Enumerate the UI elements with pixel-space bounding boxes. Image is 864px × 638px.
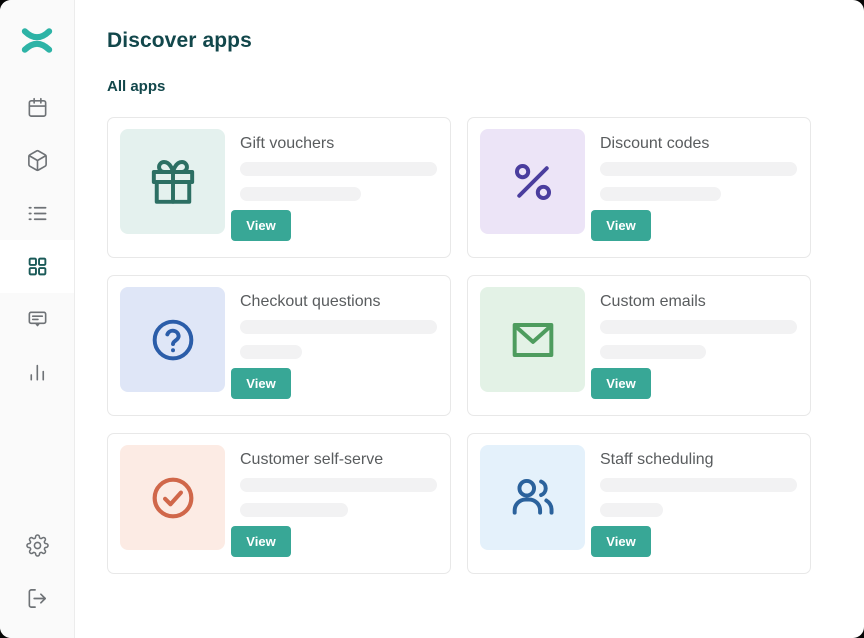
sidebar — [0, 0, 75, 638]
app-card-title: Staff scheduling — [600, 451, 798, 468]
list-icon — [26, 202, 49, 225]
check-circle-icon — [148, 473, 198, 523]
app-card-body: Discount codes View — [600, 129, 798, 246]
sidebar-nav — [0, 81, 74, 399]
bar-chart-icon — [26, 361, 49, 384]
skeleton-bar — [240, 187, 361, 201]
app-card-title: Gift vouchers — [240, 135, 438, 152]
app-icon-tile — [120, 445, 225, 550]
app-card-title: Customer self-serve — [240, 451, 438, 468]
app-card-body: Gift vouchers View — [240, 129, 438, 246]
sidebar-item-apps-grid[interactable] — [0, 240, 74, 293]
app-icon-tile — [120, 129, 225, 234]
mail-icon — [508, 315, 558, 365]
sidebar-footer-nav — [0, 519, 74, 625]
app-logo[interactable] — [0, 0, 74, 81]
view-button[interactable]: View — [231, 210, 291, 241]
sidebar-item-settings[interactable] — [0, 519, 74, 572]
app-card: Discount codes View — [467, 117, 811, 258]
view-button[interactable]: View — [591, 526, 651, 557]
app-card-body: Custom emails View — [600, 287, 798, 404]
skeleton-bar — [240, 345, 302, 359]
app-card-body: Checkout questions View — [240, 287, 438, 404]
users-icon — [508, 473, 558, 523]
app-window: Discover apps All apps Gift vouchers Vie… — [0, 0, 864, 638]
main-content: Discover apps All apps Gift vouchers Vie… — [75, 0, 864, 638]
sidebar-item-message[interactable] — [0, 293, 74, 346]
sidebar-item-bar-chart[interactable] — [0, 346, 74, 399]
app-card-title: Discount codes — [600, 135, 798, 152]
skeleton-bar — [600, 320, 797, 334]
app-icon-tile — [480, 129, 585, 234]
question-circle-icon — [148, 315, 198, 365]
app-icon-tile — [480, 445, 585, 550]
app-icon-tile — [120, 287, 225, 392]
app-card: Customer self-serve View — [107, 433, 451, 574]
skeleton-bar — [600, 187, 721, 201]
apps-grid-icon — [26, 255, 49, 278]
app-card-body: Customer self-serve View — [240, 445, 438, 562]
calendar-icon — [26, 96, 49, 119]
section-label: All apps — [107, 78, 864, 95]
sidebar-item-logout[interactable] — [0, 572, 74, 625]
app-card: Checkout questions View — [107, 275, 451, 416]
app-card: Custom emails View — [467, 275, 811, 416]
skeleton-bar — [240, 503, 348, 517]
skeleton-bar — [240, 478, 437, 492]
view-button[interactable]: View — [231, 526, 291, 557]
sidebar-item-calendar[interactable] — [0, 81, 74, 134]
app-card: Gift vouchers View — [107, 117, 451, 258]
skeleton-bar — [600, 503, 663, 517]
app-card-title: Checkout questions — [240, 293, 438, 310]
app-icon-tile — [480, 287, 585, 392]
app-card-body: Staff scheduling View — [600, 445, 798, 562]
skeleton-bar — [600, 478, 797, 492]
app-card: Staff scheduling View — [467, 433, 811, 574]
sidebar-spacer — [0, 399, 74, 519]
skeleton-bar — [240, 320, 437, 334]
package-icon — [26, 149, 49, 172]
skeleton-bar — [600, 345, 706, 359]
percent-icon — [508, 157, 558, 207]
gift-icon — [148, 157, 198, 207]
settings-icon — [26, 534, 49, 557]
page-title: Discover apps — [107, 29, 864, 53]
sidebar-item-package[interactable] — [0, 134, 74, 187]
app-card-title: Custom emails — [600, 293, 798, 310]
message-icon — [26, 308, 49, 331]
apps-grid: Gift vouchers View Discount codes View C… — [107, 117, 864, 574]
logout-icon — [26, 587, 49, 610]
logo-icon — [20, 27, 54, 54]
skeleton-bar — [240, 162, 437, 176]
sidebar-item-list[interactable] — [0, 187, 74, 240]
view-button[interactable]: View — [231, 368, 291, 399]
skeleton-bar — [600, 162, 797, 176]
view-button[interactable]: View — [591, 210, 651, 241]
view-button[interactable]: View — [591, 368, 651, 399]
